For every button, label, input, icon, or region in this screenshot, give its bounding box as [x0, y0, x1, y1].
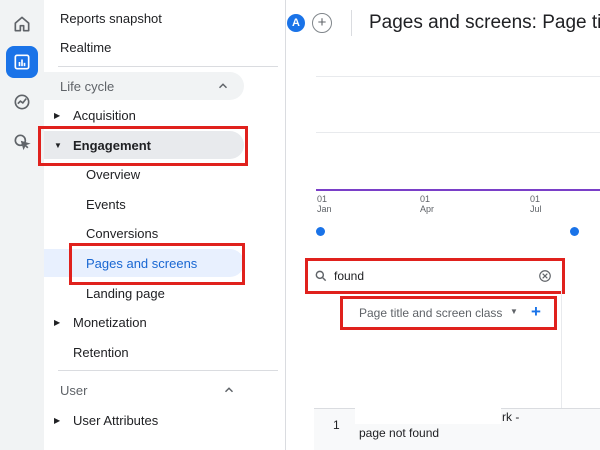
- sidebar-item-engagement[interactable]: ▼ Engagement: [44, 131, 244, 159]
- sidebar-item-acquisition[interactable]: ▶ Acquisition: [44, 101, 286, 129]
- table-search[interactable]: found: [308, 262, 560, 290]
- chart-gridline: [316, 76, 600, 77]
- add-dimension-button[interactable]: +: [531, 302, 541, 322]
- caret-right-icon: ▶: [54, 317, 61, 327]
- x-tick-label: 01 Jan: [317, 194, 332, 214]
- section-title: Life cycle: [60, 78, 115, 94]
- caret-right-icon: ▶: [54, 110, 61, 120]
- divider: [58, 66, 278, 67]
- tick-month: Jan: [317, 204, 332, 214]
- tick-month: Apr: [420, 204, 435, 214]
- sidebar-item-label: Retention: [73, 344, 129, 360]
- sidebar-item-label: Events: [86, 196, 126, 212]
- chart-point[interactable]: [316, 227, 325, 236]
- caret-right-icon: ▶: [54, 415, 61, 425]
- section-title: User: [60, 382, 88, 398]
- sidebar-item-label: Realtime: [60, 39, 112, 55]
- sidebar-item-pages-and-screens[interactable]: Pages and screens: [44, 249, 244, 277]
- dropdown-caret-icon[interactable]: ▼: [510, 307, 518, 316]
- sidebar-item-label: Landing page: [86, 285, 165, 301]
- explore-icon[interactable]: [8, 88, 36, 116]
- search-icon: [315, 270, 327, 282]
- sidebar-item-label: Overview: [86, 166, 141, 182]
- dimension-selector[interactable]: Page title and screen class ▼ +: [345, 301, 552, 325]
- page-title: Pages and screens: Page title: [369, 12, 600, 33]
- add-comparison-button[interactable]: +: [312, 13, 332, 33]
- section-user[interactable]: User: [44, 376, 286, 404]
- divider: [58, 370, 278, 371]
- x-tick-label: 01 Jul: [530, 194, 542, 214]
- search-input[interactable]: found: [334, 269, 364, 283]
- reports-icon[interactable]: [6, 46, 38, 78]
- redacted-region: [355, 408, 501, 424]
- report-content: 01 Jan 01 Apr 01 Jul: [286, 48, 600, 450]
- sidebar-item-label: Monetization: [73, 314, 147, 330]
- sidebar-item-overview[interactable]: Overview: [44, 160, 286, 188]
- dimension-label: Page title and screen class: [359, 306, 503, 320]
- section-life-cycle[interactable]: Life cycle: [44, 72, 244, 100]
- sidebar-item-label: Pages and screens: [86, 255, 198, 271]
- sidebar-item-retention[interactable]: Retention: [44, 338, 286, 366]
- advertising-icon[interactable]: [8, 128, 36, 156]
- chart-gridline: [316, 132, 600, 133]
- x-tick-label: 01 Apr: [420, 194, 434, 214]
- divider: [351, 10, 352, 36]
- row-index: 1: [333, 418, 340, 432]
- sidebar-item-reports-snapshot[interactable]: Reports snapshot: [44, 4, 286, 32]
- tick-day: 01: [530, 194, 541, 204]
- sidebar-item-conversions[interactable]: Conversions: [44, 219, 286, 247]
- sidebar-item-user-attributes[interactable]: ▶ User Attributes: [44, 406, 286, 434]
- chart-series-line: [316, 189, 600, 191]
- home-icon[interactable]: [8, 10, 36, 38]
- sidebar-nav: Reports snapshot Realtime Life cycle ▶ A…: [44, 0, 286, 450]
- chart-point[interactable]: [570, 227, 579, 236]
- sidebar-item-realtime[interactable]: Realtime: [44, 33, 286, 61]
- sidebar-item-events[interactable]: Events: [44, 190, 286, 218]
- sidebar-item-monetization[interactable]: ▶ Monetization: [44, 308, 286, 336]
- sidebar-item-label: Reports snapshot: [60, 10, 162, 26]
- tick-day: 01: [317, 194, 328, 204]
- chevron-up-icon: [218, 83, 228, 89]
- tick-day: 01: [420, 194, 431, 204]
- comparison-avatar[interactable]: A: [287, 14, 305, 32]
- row-title-fragment: rk -: [502, 410, 520, 424]
- tick-month: Jul: [530, 204, 542, 214]
- sidebar-item-landing-page[interactable]: Landing page: [44, 279, 286, 307]
- caret-down-icon: ▼: [54, 140, 62, 150]
- clear-search-icon[interactable]: [538, 269, 552, 283]
- sidebar-item-label: Conversions: [86, 225, 159, 241]
- sidebar-item-label: Engagement: [73, 137, 152, 153]
- icon-rail: [0, 0, 44, 450]
- sidebar-item-label: Acquisition: [73, 107, 136, 123]
- sidebar-item-label: User Attributes: [73, 412, 159, 428]
- row-title[interactable]: page not found: [359, 426, 439, 440]
- chevron-up-icon: [224, 387, 234, 393]
